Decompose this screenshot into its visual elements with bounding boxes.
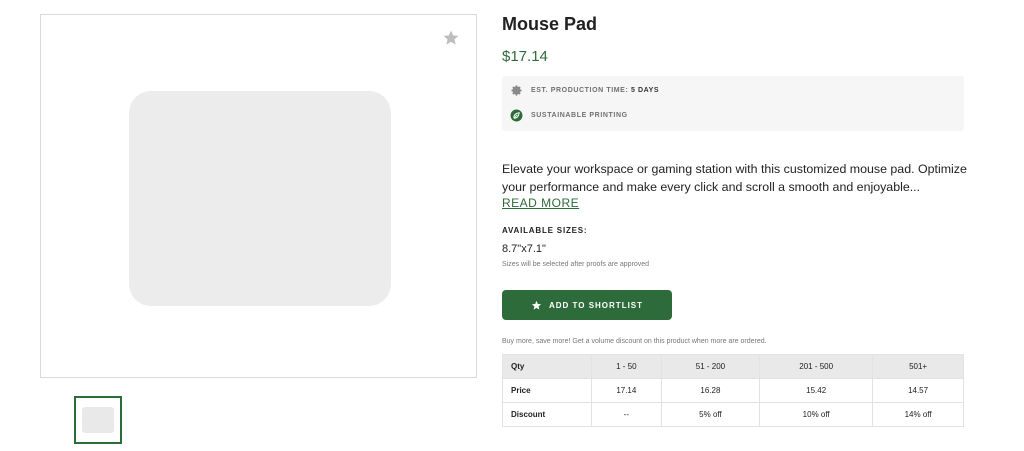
size-value: 8.7"x7.1" (502, 243, 546, 255)
table-cell: Price (502, 378, 592, 403)
feature-production-time: EST. PRODUCTION TIME: 5 DAYS (510, 84, 659, 97)
table-cell: -- (591, 402, 662, 427)
table-header-cell: 201 - 500 (759, 354, 874, 379)
leaf-icon (510, 109, 523, 122)
read-more-link[interactable]: READ MORE (502, 196, 579, 210)
thumbnail-1[interactable] (74, 396, 122, 444)
product-image-frame (40, 14, 477, 378)
shortlist-label: ADD TO SHORTLIST (548, 300, 644, 310)
product-title: Mouse Pad (502, 14, 598, 34)
gear-icon (510, 84, 523, 97)
production-time-label: EST. PRODUCTION TIME: (531, 87, 629, 94)
table-cell: 10% off (759, 402, 874, 427)
table-cell: 15.42 (759, 378, 874, 403)
table-header-cell: 1 - 50 (591, 354, 662, 379)
features-box: EST. PRODUCTION TIME: 5 DAYS SUSTAINABLE… (502, 76, 964, 131)
sustainable-label: SUSTAINABLE PRINTING (531, 112, 628, 119)
table-header-cell: Qty (502, 354, 592, 379)
pricing-table: Qty 1 - 50 51 - 200 201 - 500 501+ Price… (502, 354, 964, 427)
star-icon (531, 300, 542, 311)
table-cell: 17.14 (591, 378, 662, 403)
table-cell: 14% off (872, 402, 964, 427)
table-row: Discount -- 5% off 10% off 14% off (502, 402, 964, 427)
thumbnail-image (82, 407, 114, 433)
table-header-cell: 501+ (872, 354, 964, 379)
table-cell: 14.57 (872, 378, 964, 403)
table-cell: 5% off (660, 402, 761, 427)
product-image (129, 91, 391, 306)
product-price: $17.14 (502, 48, 548, 65)
sizes-heading: AVAILABLE SIZES: (502, 226, 588, 235)
table-cell: Discount (502, 402, 592, 427)
table-header-cell: 51 - 200 (660, 354, 761, 379)
size-note: Sizes will be selected after proofs are … (502, 261, 650, 268)
production-time-value: 5 DAYS (630, 87, 660, 94)
volume-discount-note: Buy more, save more! Get a volume discou… (502, 338, 767, 345)
feature-sustainable: SUSTAINABLE PRINTING (510, 109, 628, 122)
favorite-star-icon[interactable] (440, 27, 462, 49)
product-description: Elevate your workspace or gaming station… (502, 162, 967, 194)
table-cell: 16.28 (660, 378, 761, 403)
table-header-row: Qty 1 - 50 51 - 200 201 - 500 501+ (502, 354, 964, 379)
table-row: Price 17.14 16.28 15.42 14.57 (502, 378, 964, 403)
add-to-shortlist-button[interactable]: ADD TO SHORTLIST (502, 290, 672, 320)
